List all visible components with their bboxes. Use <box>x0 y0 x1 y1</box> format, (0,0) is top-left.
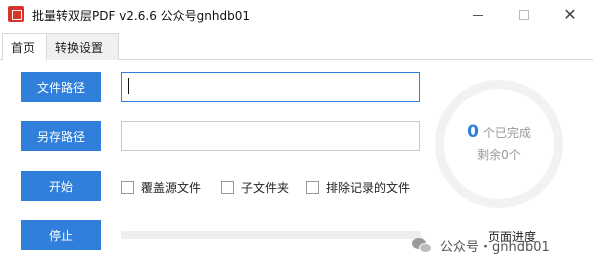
wechat-icon <box>412 237 434 254</box>
checkbox-box[interactable] <box>306 181 319 194</box>
close-button[interactable]: ✕ <box>547 0 593 30</box>
checkbox-label: 排除记录的文件 <box>326 181 411 195</box>
page-progress-bar <box>121 231 421 239</box>
file-path-button[interactable]: 文件路径 <box>21 72 101 102</box>
minimize-button[interactable] <box>455 0 501 30</box>
watermark: 公众号・gnhdb01 <box>412 236 550 255</box>
watermark-text: 公众号・gnhdb01 <box>440 240 550 255</box>
progress-ring <box>435 80 563 208</box>
completed-count: 0 <box>467 122 479 142</box>
exclude-recorded-files-checkbox[interactable]: 排除记录的文件 <box>306 179 410 196</box>
checkbox-box[interactable] <box>221 181 234 194</box>
tab-home[interactable]: 首页 <box>2 33 47 61</box>
remaining-label: 剩余0个 <box>477 148 521 162</box>
checkbox-label: 子文件夹 <box>241 181 290 195</box>
window-title: 批量转双层PDF v2.6.6 公众号gnhdb01 <box>32 9 250 23</box>
text-caret <box>128 78 129 94</box>
minimize-icon <box>473 14 483 16</box>
save-path-button[interactable]: 另存路径 <box>21 121 101 151</box>
save-path-input[interactable] <box>121 121 420 151</box>
overwrite-source-checkbox[interactable]: 覆盖源文件 <box>121 179 201 196</box>
title-bar: 批量转双层PDF v2.6.6 公众号gnhdb01 ✕ <box>0 0 593 30</box>
checkbox-box[interactable] <box>121 181 134 194</box>
completed-label: 个已完成 <box>482 125 531 140</box>
file-path-input[interactable] <box>121 72 420 102</box>
stop-button[interactable]: 停止 <box>21 220 101 250</box>
start-button[interactable]: 开始 <box>21 171 101 201</box>
app-icon <box>8 6 24 22</box>
completed-stats: 0 个已完成 <box>435 122 563 142</box>
maximize-icon <box>519 10 529 20</box>
checkbox-label: 覆盖源文件 <box>141 181 202 195</box>
maximize-button[interactable] <box>501 0 547 30</box>
tab-bar: 首页 转换设置 <box>0 30 593 61</box>
subfolder-checkbox[interactable]: 子文件夹 <box>221 179 289 196</box>
close-icon: ✕ <box>563 5 577 24</box>
tab-conversion-settings[interactable]: 转换设置 <box>46 33 119 61</box>
